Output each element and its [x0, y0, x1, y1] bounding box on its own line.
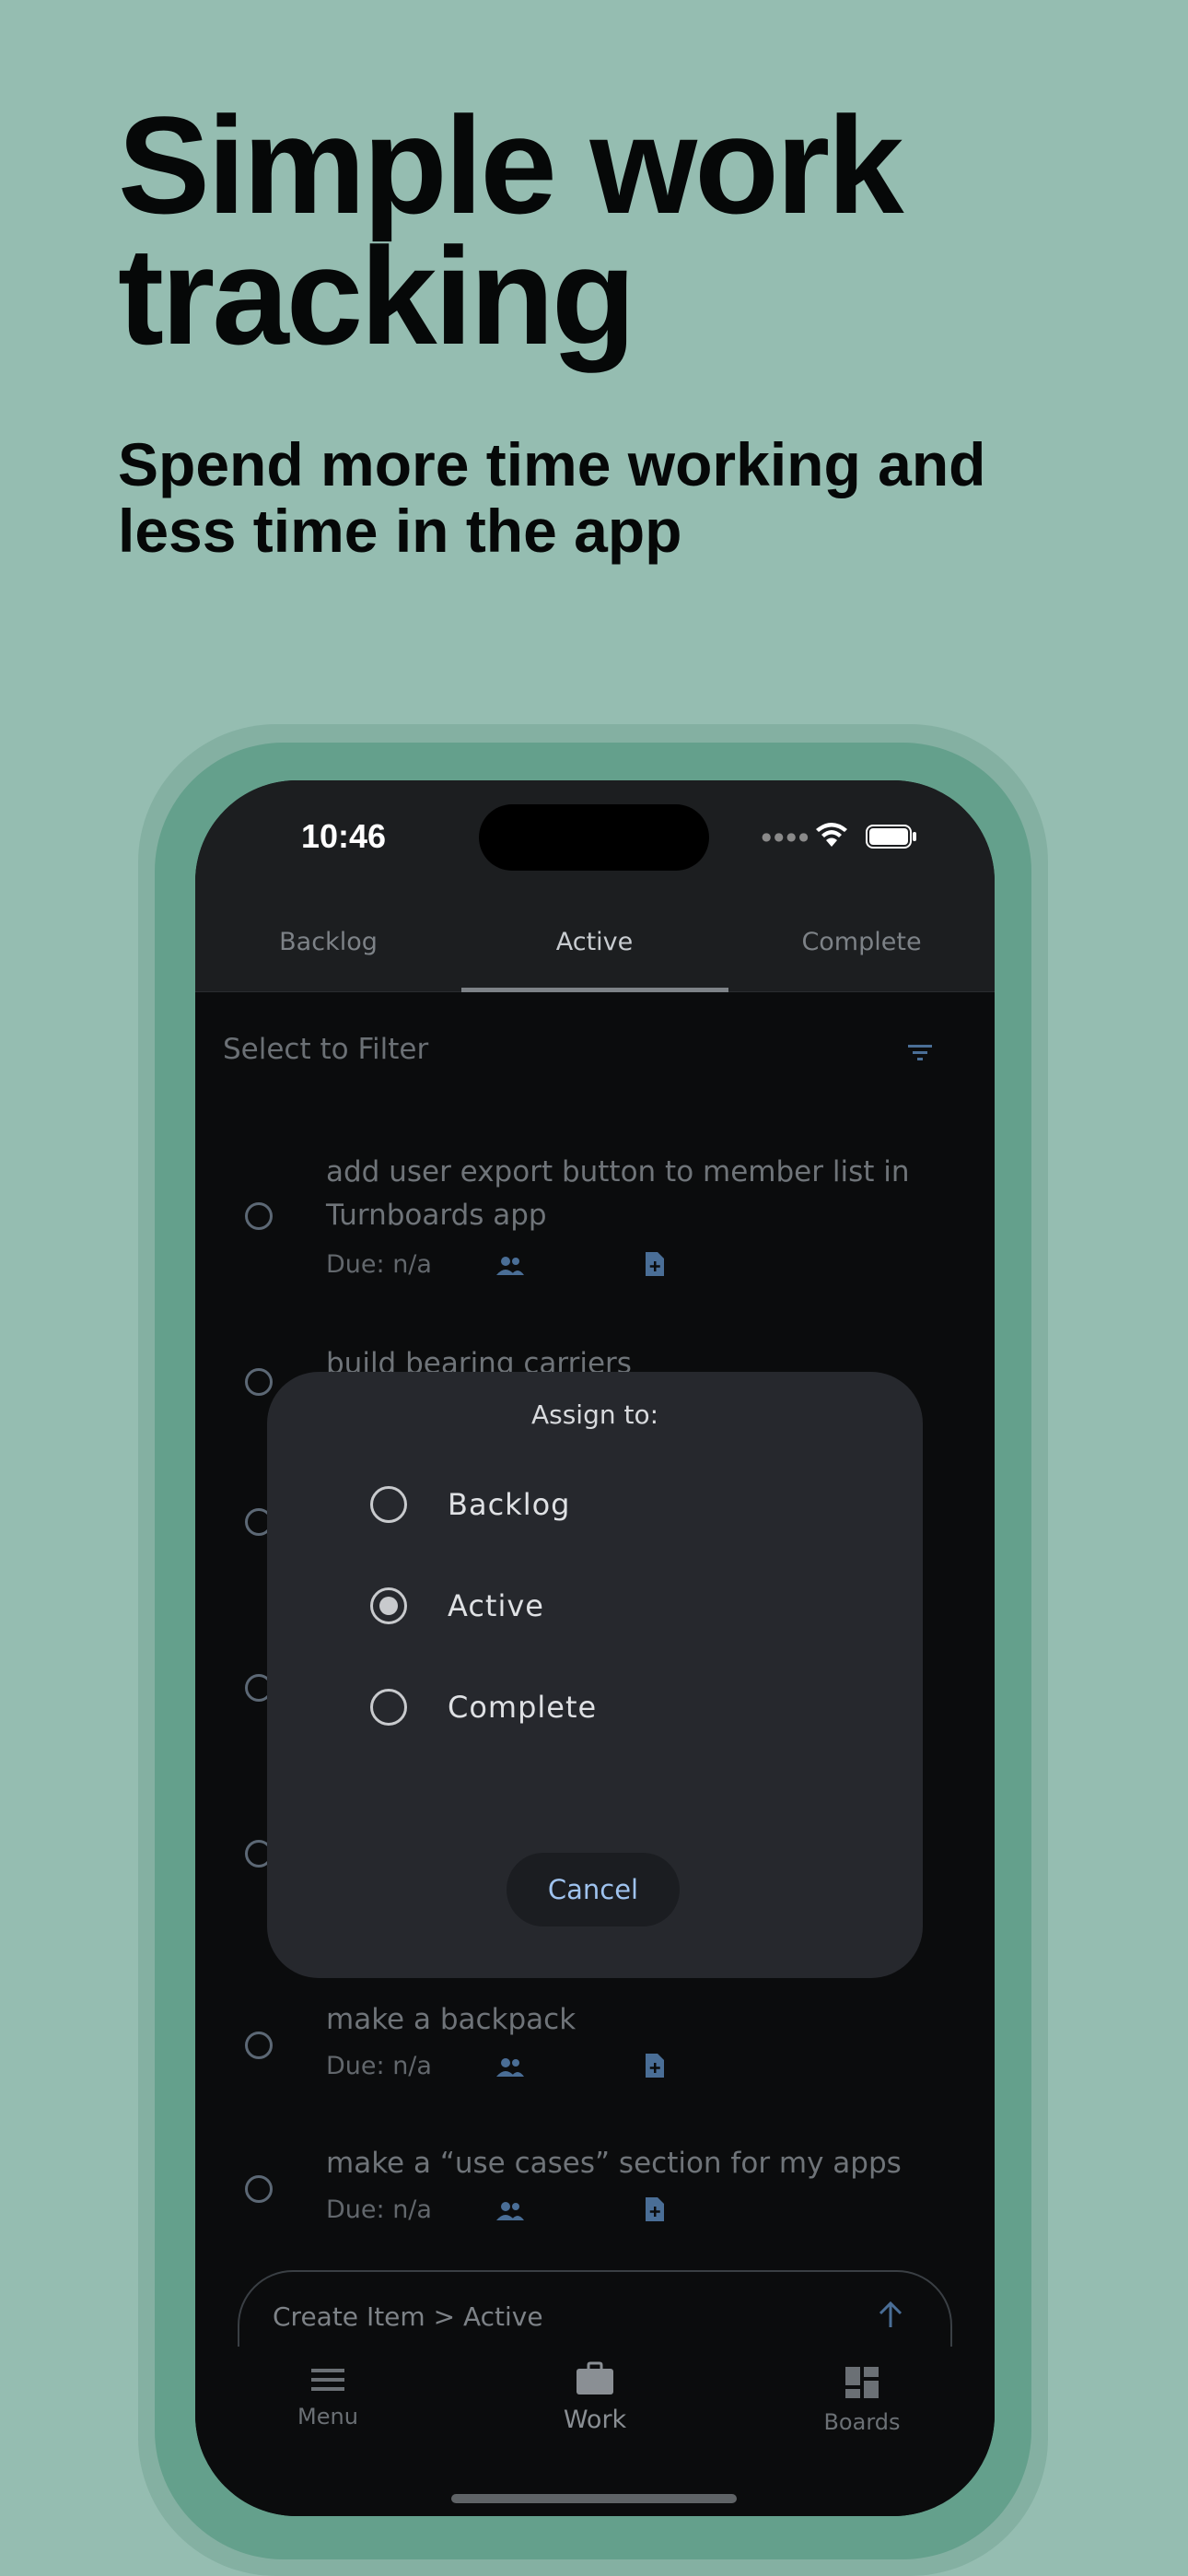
nav-boards-label: Boards: [823, 2409, 901, 2435]
battery-icon: [866, 825, 916, 849]
nav-menu[interactable]: Menu: [236, 2365, 420, 2430]
option-label: Backlog: [448, 1487, 571, 1522]
item-due: Due: n/a: [326, 2052, 432, 2080]
item-complete-radio[interactable]: [245, 2175, 273, 2203]
dynamic-island: [479, 804, 709, 871]
wifi-icon: [816, 823, 847, 847]
tab-backlog[interactable]: Backlog: [195, 891, 461, 992]
hero-title: Simple work tracking: [118, 88, 904, 373]
cellular-signal-icon: ●●●●: [762, 830, 811, 843]
home-indicator: [451, 2494, 737, 2503]
briefcase-icon: [577, 2361, 613, 2395]
filter-row[interactable]: Select to Filter: [223, 1029, 967, 1075]
bottom-nav: Menu Work Boards: [195, 2347, 995, 2516]
cancel-button[interactable]: Cancel: [507, 1853, 680, 1926]
add-note-icon[interactable]: [644, 2195, 666, 2223]
people-icon[interactable]: [495, 1256, 525, 1276]
item-complete-radio[interactable]: [245, 1368, 273, 1396]
people-icon[interactable]: [495, 2057, 525, 2078]
item-title: make a backpack: [326, 2003, 577, 2036]
arrow-up-icon[interactable]: [877, 2300, 904, 2331]
nav-work[interactable]: Work: [503, 2361, 687, 2434]
nav-work-label: Work: [563, 2406, 627, 2434]
create-item-placeholder: Create Item > Active: [273, 2301, 543, 2332]
nav-boards[interactable]: Boards: [770, 2365, 954, 2435]
item-complete-radio[interactable]: [245, 1202, 273, 1230]
option-active[interactable]: Active: [370, 1577, 812, 1633]
item-complete-radio[interactable]: [245, 2032, 273, 2059]
tab-active[interactable]: Active: [461, 891, 728, 992]
item-due: Due: n/a: [326, 1250, 432, 1279]
option-complete[interactable]: Complete: [370, 1679, 812, 1734]
option-backlog[interactable]: Backlog: [370, 1476, 812, 1531]
nav-menu-label: Menu: [297, 2404, 358, 2430]
radio-button[interactable]: [370, 1486, 407, 1523]
option-label: Active: [448, 1588, 544, 1623]
tab-complete[interactable]: Complete: [728, 891, 995, 992]
menu-icon: [311, 2369, 344, 2391]
item-title: add user export button to member list in…: [326, 1155, 910, 1232]
option-label: Complete: [448, 1690, 598, 1725]
item-due: Due: n/a: [326, 2195, 432, 2224]
status-tabs: Backlog Active Complete: [195, 891, 995, 992]
radio-button[interactable]: [370, 1689, 407, 1726]
filter-label: Select to Filter: [223, 1033, 429, 1066]
status-time: 10:46: [301, 817, 387, 855]
radio-dot: [379, 1597, 398, 1615]
dashboard-icon: [845, 2367, 879, 2398]
status-bar: 10:46 ●●●●: [195, 780, 995, 891]
tab-indicator: [461, 988, 728, 992]
hero-subtitle: Spend more time working and less time in…: [118, 430, 986, 565]
radio-button-selected[interactable]: [370, 1587, 407, 1624]
phone-screen: 10:46 ●●●● Backlog Active Complete Selec…: [195, 780, 995, 2516]
filter-icon[interactable]: [904, 1038, 936, 1066]
assign-dialog: Assign to: Backlog Active Complete Cance…: [267, 1372, 923, 1978]
add-note-icon[interactable]: [644, 2052, 666, 2079]
people-icon[interactable]: [495, 2201, 525, 2221]
dialog-title: Assign to:: [530, 1399, 659, 1430]
add-note-icon[interactable]: [644, 1250, 666, 1278]
item-title: make a “use cases” section for my apps: [326, 2147, 902, 2180]
